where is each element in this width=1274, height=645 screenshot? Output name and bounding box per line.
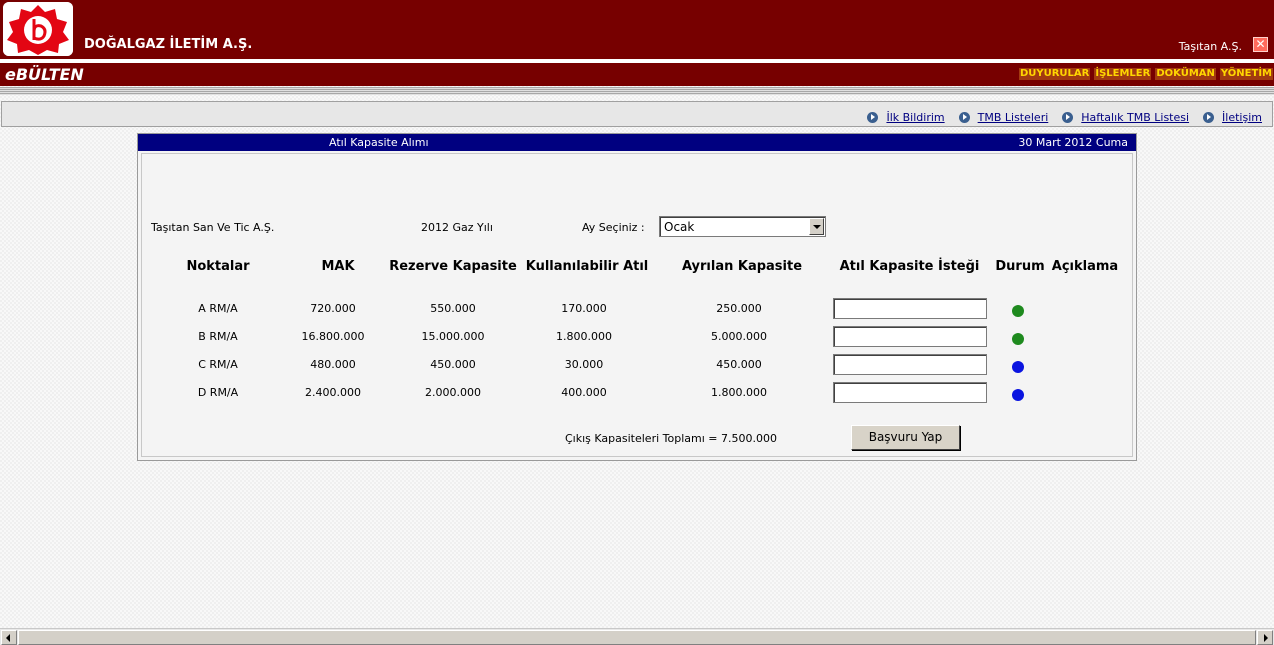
month-select-value: Ocak xyxy=(664,220,695,234)
cell-allocated: 5.000.000 xyxy=(711,330,767,343)
month-select[interactable]: Ocak xyxy=(659,216,826,237)
arrow-right-icon xyxy=(958,112,970,123)
cell-mak: 720.000 xyxy=(310,302,356,315)
column-header-kullanilabilir: Kullanılabilir Atıl xyxy=(525,259,649,274)
menu-item-dokuman[interactable]: DOKÜMAN xyxy=(1155,68,1216,80)
user-name: Taşıtan A.Ş. xyxy=(1178,40,1242,53)
cell-mak: 16.800.000 xyxy=(301,330,365,343)
month-label: Ay Seçiniz : xyxy=(582,221,645,234)
scroll-right-icon[interactable] xyxy=(1257,630,1273,645)
gas-year-label: 2012 Gaz Yılı xyxy=(421,221,493,234)
arrow-right-icon xyxy=(867,112,879,123)
close-icon[interactable]: ✕ xyxy=(1253,37,1268,52)
arrow-right-icon xyxy=(1203,112,1215,123)
scroll-left-icon[interactable] xyxy=(1,630,17,645)
chevron-down-icon[interactable] xyxy=(809,218,824,235)
nav-links: İlk Bildirim TMB Listeleri Haftalık TMB … xyxy=(867,111,1262,124)
nav-link-label[interactable]: TMB Listeleri xyxy=(978,111,1049,124)
column-header-mak: MAK xyxy=(321,259,355,274)
submit-application-button[interactable]: Başvuru Yap xyxy=(851,425,960,450)
menu-bar: eBÜLTEN DUYURULAR İŞLEMLER DOKÜMAN YÖNET… xyxy=(0,63,1274,86)
company-label: Taşıtan San Ve Tic A.Ş. xyxy=(151,221,275,234)
nav-link-tmb-listeleri[interactable]: TMB Listeleri xyxy=(958,111,1049,124)
column-header-aciklama: Açıklama xyxy=(1051,259,1119,274)
panel-header: Atıl Kapasite Alımı 30 Mart 2012 Cuma xyxy=(138,134,1136,151)
column-header-rezerve: Rezerve Kapasite xyxy=(389,259,517,274)
decorative-stripe xyxy=(0,87,1274,95)
capacity-request-input[interactable] xyxy=(833,354,987,375)
table-row: C RM/A 480.000 450.000 30.000 450.000 xyxy=(142,354,1132,376)
nav-link-label[interactable]: İlk Bildirim xyxy=(886,111,944,124)
header-bar: DOĞALGAZ İLETİM A.Ş. Taşıtan A.Ş. ✕ xyxy=(0,0,1274,59)
nav-link-label[interactable]: Haftalık TMB Listesi xyxy=(1081,111,1189,124)
total-capacity-label: Çıkış Kapasiteleri Toplamı = 7.500.000 xyxy=(565,432,777,445)
table-row: A RM/A 720.000 550.000 170.000 250.000 xyxy=(142,298,1132,320)
status-green-icon xyxy=(1012,333,1024,345)
arrow-right-icon xyxy=(1062,112,1074,123)
status-blue-icon xyxy=(1012,361,1024,373)
cell-available: 30.000 xyxy=(564,358,604,371)
cell-mak: 480.000 xyxy=(310,358,356,371)
capacity-request-input[interactable] xyxy=(833,326,987,347)
nav-link-haftalik-tmb[interactable]: Haftalık TMB Listesi xyxy=(1062,111,1189,124)
cell-reserved: 550.000 xyxy=(430,302,476,315)
cell-point: B RM/A xyxy=(198,330,238,343)
cell-allocated: 250.000 xyxy=(716,302,762,315)
cell-available: 400.000 xyxy=(561,386,607,399)
app-name: eBÜLTEN xyxy=(5,65,84,84)
column-header-ayrilan: Ayrılan Kapasite xyxy=(681,259,803,274)
panel-title: Atıl Kapasite Alımı xyxy=(329,136,429,149)
menu-item-duyurular[interactable]: DUYURULAR xyxy=(1018,68,1091,80)
table-row: D RM/A 2.400.000 2.000.000 400.000 1.800… xyxy=(142,382,1132,404)
cell-available: 1.800.000 xyxy=(556,330,612,343)
panel-body: Taşıtan San Ve Tic A.Ş. 2012 Gaz Yılı Ay… xyxy=(141,153,1133,457)
logo-icon xyxy=(3,2,73,56)
cell-point: D RM/A xyxy=(197,386,239,399)
menu-item-islemler[interactable]: İŞLEMLER xyxy=(1094,68,1152,80)
cell-allocated: 1.800.000 xyxy=(711,386,767,399)
cell-reserved: 450.000 xyxy=(430,358,476,371)
nav-bar: İlk Bildirim TMB Listeleri Haftalık TMB … xyxy=(1,101,1273,127)
nav-link-label[interactable]: İletişim xyxy=(1222,111,1262,124)
column-header-durum: Durum xyxy=(995,259,1045,274)
capacity-panel: Atıl Kapasite Alımı 30 Mart 2012 Cuma Ta… xyxy=(137,133,1137,461)
cell-point: A RM/A xyxy=(198,302,238,315)
panel-date: 30 Mart 2012 Cuma xyxy=(1018,136,1128,149)
status-green-icon xyxy=(1012,305,1024,317)
cell-reserved: 2.000.000 xyxy=(425,386,481,399)
horizontal-scrollbar[interactable] xyxy=(0,628,1274,645)
main-menu: DUYURULAR İŞLEMLER DOKÜMAN YÖNETİM xyxy=(1018,68,1273,80)
cell-reserved: 15.000.000 xyxy=(421,330,485,343)
cell-mak: 2.400.000 xyxy=(305,386,361,399)
cell-available: 170.000 xyxy=(561,302,607,315)
scrollbar-thumb[interactable] xyxy=(18,630,1256,645)
menu-item-yonetim[interactable]: YÖNETİM xyxy=(1219,68,1273,80)
capacity-request-input[interactable] xyxy=(833,382,987,403)
table-row: B RM/A 16.800.000 15.000.000 1.800.000 5… xyxy=(142,326,1132,348)
column-header-istek: Atıl Kapasite İsteği xyxy=(839,259,980,274)
cell-point: C RM/A xyxy=(198,358,238,371)
cell-allocated: 450.000 xyxy=(716,358,762,371)
status-blue-icon xyxy=(1012,389,1024,401)
capacity-request-input[interactable] xyxy=(833,298,987,319)
company-name: DOĞALGAZ İLETİM A.Ş. xyxy=(84,37,253,52)
column-header-noktalar: Noktalar xyxy=(186,259,250,274)
nav-link-ilk-bildirim[interactable]: İlk Bildirim xyxy=(867,111,945,124)
nav-link-iletisim[interactable]: İletişim xyxy=(1203,111,1262,124)
company-logo[interactable] xyxy=(3,2,73,56)
